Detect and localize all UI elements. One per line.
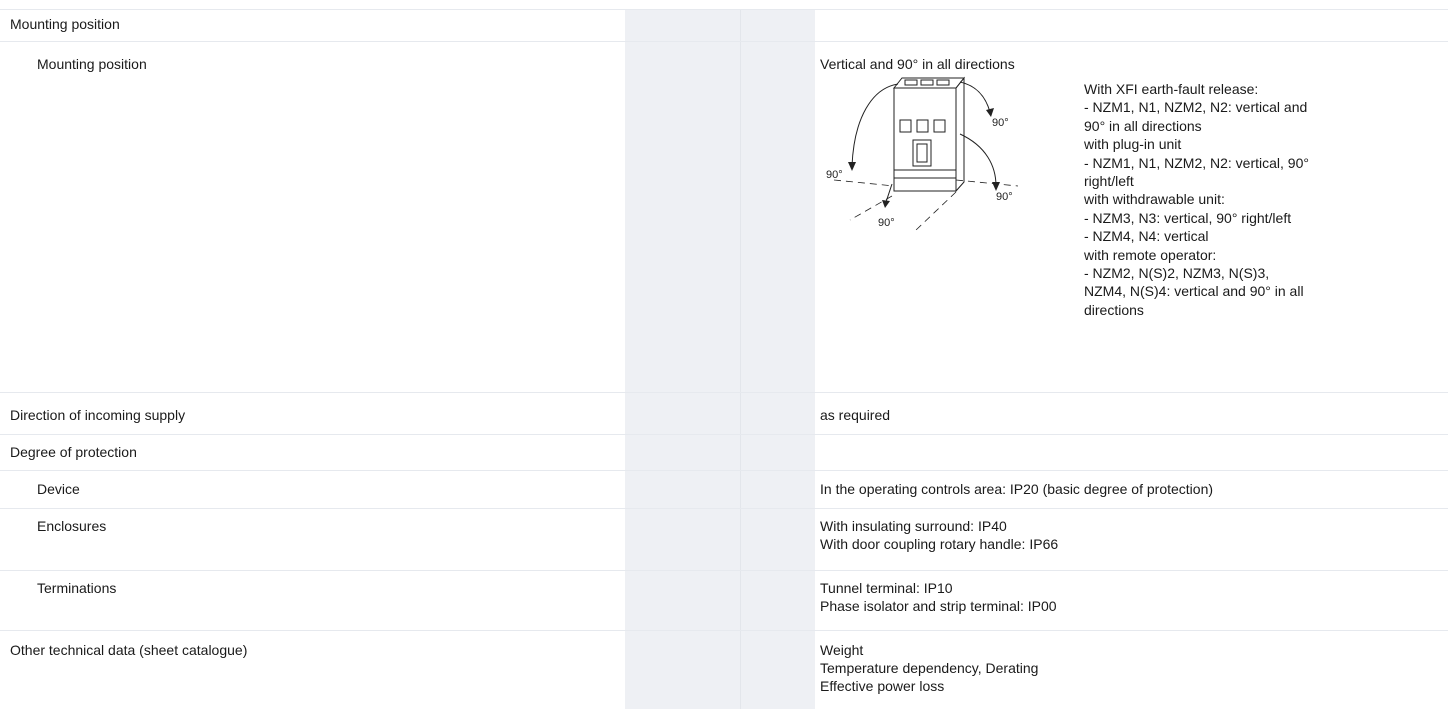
mounting-position-diagram: 90° 90° 90° 90° <box>826 76 1019 231</box>
row-value-device: In the operating controls area: IP20 (ba… <box>820 481 1214 497</box>
angle-label-left: 90° <box>826 169 843 181</box>
spec-table: Mounting position Mounting position Vert… <box>0 0 1448 709</box>
row-label-enclosures: Enclosures <box>37 518 107 534</box>
row-value-other-data: Weight Temperature dependency, Derating … <box>820 642 1039 694</box>
angle-label-down: 90° <box>878 217 895 229</box>
row-value-mounting-position: Vertical and 90° in all directions <box>820 56 1015 72</box>
table-row <box>0 470 1448 509</box>
row-value-terminations: Tunnel terminal: IP10 Phase isolator and… <box>820 580 1057 614</box>
row-value-enclosures: With insulating surround: IP40 With door… <box>820 518 1059 552</box>
xfi-release-note: With XFI earth-fault release: - NZM1, N1… <box>1084 81 1309 318</box>
row-label-device: Device <box>37 481 80 497</box>
table-row <box>0 508 1448 571</box>
table-row <box>0 434 1448 471</box>
angle-label-front: 90° <box>996 191 1013 203</box>
row-label-other-data: Other technical data (sheet catalogue) <box>10 642 248 658</box>
angle-label-right: 90° <box>992 117 1009 129</box>
table-row <box>0 9 1448 42</box>
table-row <box>0 570 1448 631</box>
arrow-front-curve <box>959 133 997 187</box>
section-heading-protection: Degree of protection <box>10 444 137 460</box>
row-label-mounting-position: Mounting position <box>37 56 147 72</box>
row-value-incoming-supply: as required <box>820 407 891 423</box>
arrow-left-curve <box>851 83 899 167</box>
table-row <box>0 392 1448 435</box>
row-label-terminations: Terminations <box>37 580 117 596</box>
section-heading-mounting: Mounting position <box>10 16 120 32</box>
row-label-incoming-supply: Direction of incoming supply <box>10 407 186 423</box>
